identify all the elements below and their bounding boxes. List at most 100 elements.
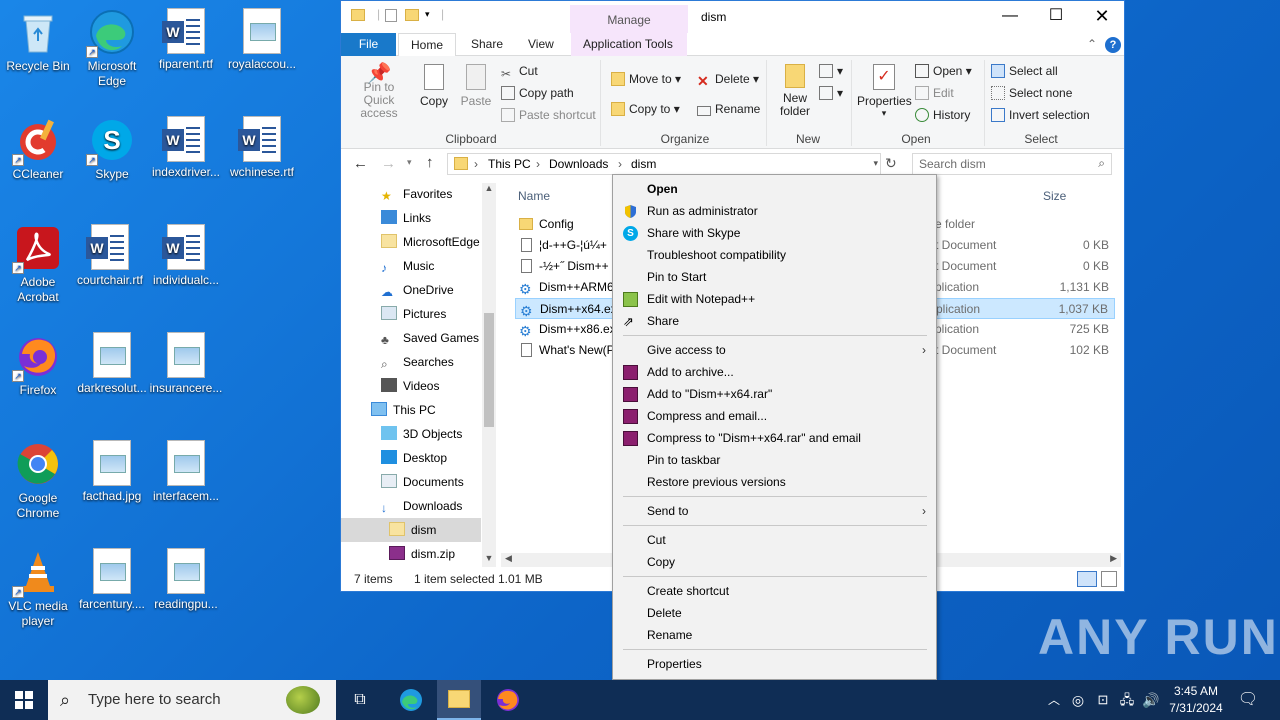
desktop-icon-insurancere[interactable]: insurancere... bbox=[148, 326, 224, 396]
menu-item-add-archive[interactable]: Add to archive... bbox=[613, 361, 936, 383]
desktop-icon-vlc[interactable]: ↗ VLC media player bbox=[0, 542, 76, 629]
nav-item-documents[interactable]: Documents bbox=[381, 470, 464, 494]
menu-item-share[interactable]: ⇗ Share bbox=[613, 310, 936, 332]
select-all-button[interactable]: Select all bbox=[991, 64, 1058, 78]
nav-item-pictures[interactable]: Pictures bbox=[381, 302, 446, 326]
new-item-button[interactable]: ▾ bbox=[819, 64, 843, 78]
desktop-icon-firefox[interactable]: ↗ Firefox bbox=[0, 326, 76, 398]
address-bar[interactable]: › This PC › Downloads › dism ▾ bbox=[447, 153, 881, 175]
desktop-icon-darkresolut[interactable]: darkresolut... bbox=[74, 326, 150, 396]
menu-item-add-rar[interactable]: Add to "Dism++x64.rar" bbox=[613, 383, 936, 405]
nav-item-downloads[interactable]: ↓ Downloads bbox=[381, 494, 462, 518]
history-button[interactable]: History bbox=[915, 108, 970, 122]
manage-tab-header[interactable]: Manage bbox=[570, 5, 688, 33]
nav-item-searches[interactable]: ⌕ Searches bbox=[381, 350, 454, 374]
menu-item-create-shortcut[interactable]: Create shortcut bbox=[613, 580, 936, 602]
open-button[interactable]: Open ▾ bbox=[915, 64, 972, 78]
easy-access-button[interactable]: ▾ bbox=[819, 86, 843, 100]
taskbar-edge-button[interactable] bbox=[390, 680, 432, 720]
menu-item-compress-email[interactable]: Compress and email... bbox=[613, 405, 936, 427]
forward-arrow-icon[interactable]: → bbox=[381, 155, 396, 172]
nav-item-saved-games[interactable]: ♣ Saved Games bbox=[381, 326, 479, 350]
menu-item-notepadpp[interactable]: Edit with Notepad++ bbox=[613, 288, 936, 310]
menu-item-send-to[interactable]: Send to › bbox=[613, 500, 936, 522]
menu-item-cut[interactable]: Cut bbox=[613, 529, 936, 551]
customize-toolbar-icon[interactable]: ▾ bbox=[425, 9, 430, 20]
up-arrow-icon[interactable]: ↑ bbox=[426, 154, 434, 171]
menu-item-open[interactable]: Open bbox=[613, 178, 936, 200]
copy-to-button[interactable]: Copy to ▾ bbox=[611, 102, 680, 116]
clock[interactable]: 3:45 AM 7/31/2024 bbox=[1164, 680, 1228, 720]
cut-button[interactable]: ✂ Cut bbox=[501, 64, 538, 81]
new-folder-button[interactable]: New folder bbox=[775, 64, 815, 118]
select-none-button[interactable]: Select none bbox=[991, 86, 1072, 100]
desktop-icon-recycle-bin[interactable]: Recycle Bin bbox=[0, 2, 76, 74]
search-input[interactable]: Search dism ⌕ bbox=[912, 153, 1112, 175]
menu-item-delete[interactable]: Delete bbox=[613, 602, 936, 624]
taskbar-firefox-button[interactable] bbox=[486, 680, 530, 720]
notification-icon[interactable]: 🗨 bbox=[1234, 680, 1262, 720]
nav-scrollbar[interactable]: ▲ ▼ bbox=[482, 183, 496, 567]
new-folder-icon[interactable] bbox=[405, 9, 419, 21]
recent-locations-icon[interactable]: ▾ bbox=[407, 157, 412, 168]
minimize-button[interactable]: — bbox=[987, 1, 1033, 31]
scroll-right-icon[interactable]: ▶ bbox=[1110, 553, 1117, 564]
menu-item-give-access[interactable]: Give access to › bbox=[613, 339, 936, 361]
breadcrumb-this-pc[interactable]: This PC bbox=[488, 157, 531, 171]
menu-item-properties[interactable]: Properties bbox=[613, 653, 936, 675]
tab-application-tools[interactable]: Application Tools bbox=[571, 33, 687, 56]
collapse-ribbon-icon[interactable]: ⌃ bbox=[1087, 37, 1097, 51]
nav-item-dism[interactable]: dism bbox=[389, 518, 436, 542]
desktop-icon-interfacem[interactable]: interfacem... bbox=[148, 434, 224, 504]
nav-item-this-pc[interactable]: This PC bbox=[371, 398, 436, 422]
menu-item-compress-rar-email[interactable]: Compress to "Dism++x64.rar" and email bbox=[613, 427, 936, 449]
paste-button[interactable]: Paste bbox=[459, 64, 493, 108]
nav-item-links[interactable]: Links bbox=[381, 206, 431, 230]
menu-item-rename[interactable]: Rename bbox=[613, 624, 936, 646]
menu-item-pin-taskbar[interactable]: Pin to taskbar bbox=[613, 449, 936, 471]
desktop-icon-individualc[interactable]: W individualc... bbox=[148, 218, 224, 288]
desktop-icon-skype[interactable]: S ↗ Skype bbox=[74, 110, 150, 182]
tab-view[interactable]: View bbox=[516, 33, 566, 56]
menu-item-copy[interactable]: Copy bbox=[613, 551, 936, 573]
copy-large-button[interactable]: Copy bbox=[417, 64, 451, 108]
refresh-icon[interactable]: ↻ bbox=[885, 155, 897, 172]
nav-scroll-thumb[interactable] bbox=[484, 313, 494, 427]
maximize-button[interactable]: ☐ bbox=[1033, 1, 1079, 31]
desktop-icon-farcentury[interactable]: farcentury.... bbox=[74, 542, 150, 612]
tab-share[interactable]: Share bbox=[459, 33, 515, 56]
scroll-left-icon[interactable]: ◀ bbox=[505, 553, 512, 564]
tab-home[interactable]: Home bbox=[398, 33, 457, 57]
menu-item-pin-start[interactable]: Pin to Start bbox=[613, 266, 936, 288]
nav-item-music[interactable]: ♪ Music bbox=[381, 254, 434, 278]
properties-icon[interactable] bbox=[385, 9, 397, 22]
address-dropdown-icon[interactable]: ▾ bbox=[873, 158, 878, 169]
menu-item-run-as-admin[interactable]: Run as administrator bbox=[613, 200, 936, 222]
properties-button[interactable]: ✓ Properties ▾ bbox=[857, 64, 912, 119]
details-view-icon[interactable] bbox=[1077, 571, 1097, 587]
tab-file[interactable]: File bbox=[341, 33, 396, 56]
breadcrumb-downloads[interactable]: Downloads bbox=[549, 157, 608, 171]
desktop-icon-fiparent[interactable]: W fiparent.rtf bbox=[148, 2, 224, 72]
copy-path-button[interactable]: Copy path bbox=[501, 86, 574, 100]
paste-shortcut-button[interactable]: Paste shortcut bbox=[501, 108, 596, 122]
help-icon[interactable]: ? bbox=[1105, 37, 1121, 53]
move-to-button[interactable]: Move to ▾ bbox=[611, 72, 681, 86]
desktop-icon-chrome[interactable]: Google Chrome bbox=[0, 434, 76, 521]
column-header-name[interactable]: Name bbox=[518, 189, 550, 203]
desktop-icon-edge[interactable]: ↗ Microsoft Edge bbox=[74, 2, 150, 89]
desktop-icon-indexdriver[interactable]: W indexdriver... bbox=[148, 110, 224, 180]
large-icons-view-icon[interactable] bbox=[1101, 571, 1117, 587]
nav-item-videos[interactable]: Videos bbox=[381, 374, 439, 398]
network-icon[interactable]: 🖧 bbox=[1116, 680, 1138, 720]
desktop-icon-ccleaner[interactable]: ↗ CCleaner bbox=[0, 110, 76, 182]
tray-device-icon[interactable]: ⊡ bbox=[1092, 680, 1114, 720]
scroll-down-icon[interactable]: ▼ bbox=[482, 553, 496, 567]
menu-item-troubleshoot[interactable]: Troubleshoot compatibility bbox=[613, 244, 936, 266]
taskbar-search-box[interactable]: ⌕ Type here to search bbox=[48, 680, 336, 720]
delete-button[interactable]: ✕ Delete ▾ bbox=[697, 72, 759, 89]
nav-item-favorites[interactable]: ★ Favorites bbox=[381, 182, 452, 206]
desktop-icon-courtchair[interactable]: W courtchair.rtf bbox=[72, 218, 148, 288]
start-button[interactable] bbox=[0, 680, 48, 720]
tray-app-icon[interactable]: ◎ bbox=[1068, 680, 1088, 720]
